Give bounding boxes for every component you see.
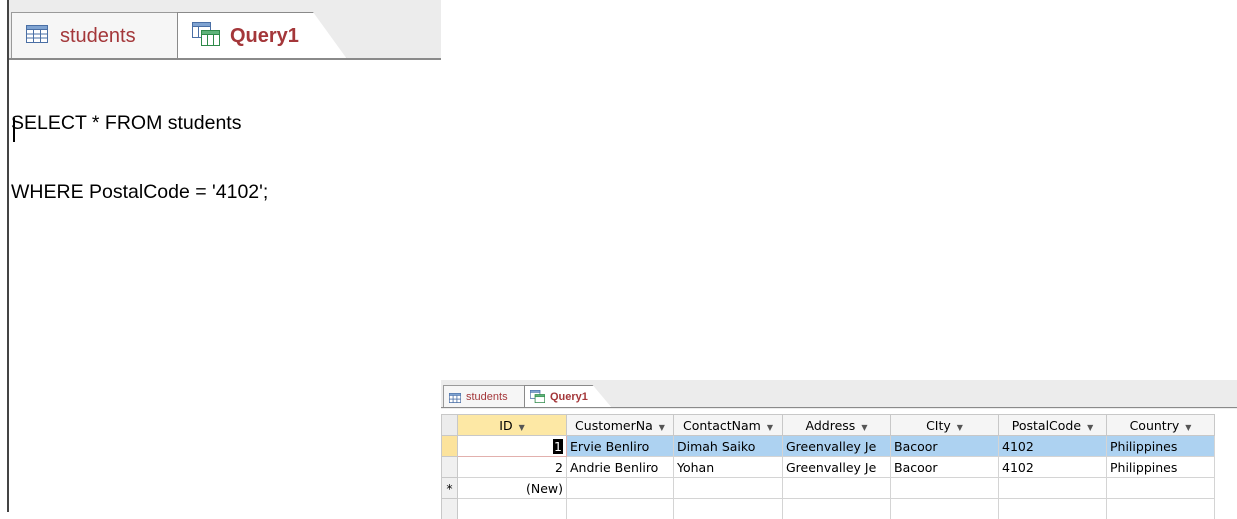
column-header-label: ContactNam [683,418,761,433]
cell-customername[interactable]: Ervie Benliro [567,436,674,457]
cell-country[interactable] [1107,478,1215,499]
dropdown-arrow-icon[interactable]: ▼ [1185,423,1191,432]
table-icon [26,25,48,47]
empty-cell [783,499,891,519]
tab-baseline [9,58,441,60]
tab-baseline [441,407,1237,408]
row-selector[interactable] [442,457,458,478]
sql-tab-bar: students Query1 [9,0,441,60]
empty-cell [674,499,783,519]
query-icon [192,22,220,50]
sql-line: SELECT * FROM students [11,112,431,135]
cell-customername[interactable] [567,478,674,499]
cell-contactname[interactable]: Yohan [674,457,783,478]
table-icon [449,388,461,407]
cell-postalcode[interactable]: 4102 [999,436,1107,457]
tab-students[interactable]: students [443,385,525,408]
empty-cell [999,499,1107,519]
new-record-row[interactable]: * (New) [442,478,1215,499]
column-header-contactname[interactable]: ContactNam ▼ [674,415,783,436]
column-header-label: PostalCode [1012,418,1081,433]
cell-address[interactable] [783,478,891,499]
cell-city[interactable]: Bacoor [891,436,999,457]
dropdown-arrow-icon[interactable]: ▼ [861,423,867,432]
cell-contactname[interactable] [674,478,783,499]
cell-value: 1 [553,439,563,454]
text-caret [13,118,15,142]
cell-id[interactable]: 1 [458,436,567,457]
column-header-id[interactable]: ID ▼ [458,415,567,436]
tab-label: students [60,25,136,48]
cell-customername[interactable]: Andrie Benliro [567,457,674,478]
datasheet-tab-bar: students Query1 [441,380,1237,409]
cell-contactname[interactable]: Dimah Saiko [674,436,783,457]
tab-label: students [466,391,508,403]
cell-city[interactable]: Bacoor [891,457,999,478]
empty-row [442,499,1215,519]
column-header-label: CIty [926,418,951,433]
column-header-city[interactable]: CIty ▼ [891,415,999,436]
cell-postalcode[interactable] [999,478,1107,499]
query-icon [530,388,545,407]
sql-editor[interactable]: SELECT * FROM students WHERE PostalCode … [11,66,431,250]
column-header-label: CustomerNa [575,418,653,433]
column-header-customername[interactable]: CustomerNa ▼ [567,415,674,436]
column-header-row: ID ▼ CustomerNa ▼ ContactNam ▼ Address ▼ CIt… [442,415,1215,436]
cell-country[interactable]: Philippines [1107,436,1215,457]
datasheet-view: students Query1 ID▼ CustomerNa▼ Conta [441,380,1237,512]
datasheet-grid: ID ▼ CustomerNa ▼ ContactNam ▼ Address ▼ CIt… [441,414,1215,519]
sql-view-pane: students Query1 SELECT * FROM students W… [0,0,441,512]
pane-border [7,0,9,512]
dropdown-arrow-icon[interactable]: ▼ [957,423,963,432]
empty-cell [567,499,674,519]
dropdown-arrow-icon[interactable]: ▼ [519,423,525,432]
tab-students[interactable]: students [11,12,179,59]
new-record-marker[interactable]: * [442,478,458,499]
select-all-corner[interactable] [442,415,458,436]
column-header-postalcode[interactable]: PostalCode ▼ [999,415,1107,436]
empty-cell [1107,499,1215,519]
column-header-country[interactable]: Country ▼ [1107,415,1215,436]
dropdown-arrow-icon[interactable]: ▼ [767,423,773,432]
table-row[interactable]: 2 Andrie Benliro Yohan Greenvalley Je Ba… [442,457,1215,478]
cell-id[interactable]: 2 [458,457,567,478]
row-selector[interactable] [442,436,458,457]
tab-label: Query1 [230,25,299,48]
cell-id-new[interactable]: (New) [458,478,567,499]
tab-query1[interactable]: Query1 [524,385,612,408]
table-row[interactable]: 1 Ervie Benliro Dimah Saiko Greenvalley … [442,436,1215,457]
sql-line: WHERE PostalCode = '4102'; [11,181,431,204]
cell-address[interactable]: Greenvalley Je [783,436,891,457]
dropdown-arrow-icon[interactable]: ▼ [659,423,665,432]
tab-query1[interactable]: Query1 [177,12,347,59]
dropdown-arrow-icon[interactable]: ▼ [1087,423,1093,432]
column-header-address[interactable]: Address ▼ [783,415,891,436]
cell-city[interactable] [891,478,999,499]
cell-address[interactable]: Greenvalley Je [783,457,891,478]
column-header-label: Country [1130,418,1180,433]
row-selector [442,499,458,519]
column-header-label: Address [806,418,856,433]
column-header-label: ID [499,418,512,433]
empty-cell [891,499,999,519]
cell-postalcode[interactable]: 4102 [999,457,1107,478]
empty-cell [458,499,567,519]
cell-country[interactable]: Philippines [1107,457,1215,478]
tab-label: Query1 [550,391,588,403]
